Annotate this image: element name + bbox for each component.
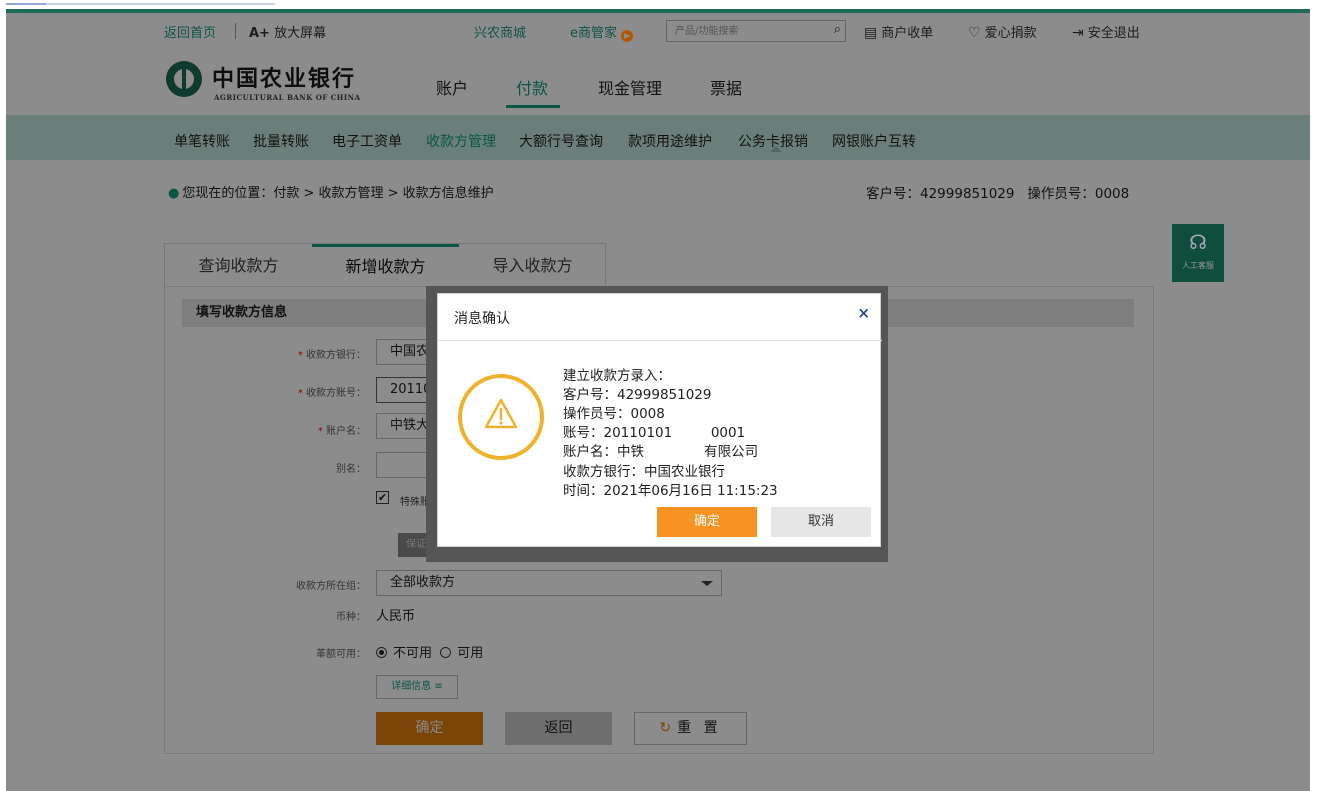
- chevron-down-icon: [701, 581, 713, 586]
- subnav-single-transfer[interactable]: 单笔转账: [174, 131, 230, 151]
- subnav-large-bank-code[interactable]: 大额行号查询: [519, 131, 603, 151]
- refresh-icon: ↻: [659, 720, 672, 736]
- message-account-name: 账户名：中铁 有限公司: [563, 444, 759, 460]
- nav-cash-management[interactable]: 现金管理: [598, 75, 662, 99]
- bank-name-en: AGRICULTURAL BANK OF CHINA: [214, 93, 361, 102]
- bank-label: * 收款方银行：: [297, 350, 366, 361]
- currency-value: 人民币: [376, 609, 416, 624]
- logout-icon: ⇥: [1072, 25, 1084, 41]
- tab-indicator-active: [0, 3, 46, 5]
- dimmed-page: 返回首页 A+ 放大屏幕 兴农商城 e商管家 ▶ ⌕ ▤商户收单 ♡爱心捐款 ⇥…: [6, 9, 1310, 791]
- headset-icon: ☊: [1189, 230, 1207, 254]
- customer-number: 客户号：42999851029: [866, 186, 1015, 202]
- tab-query-payee[interactable]: 查询收款方: [165, 244, 312, 288]
- nav-bills[interactable]: 票据: [710, 75, 742, 99]
- message-operator-number: 操作员号：0008: [563, 406, 665, 422]
- service-label: 人工客服: [1182, 261, 1214, 270]
- dialog-divider: [438, 340, 882, 341]
- quota-on-label: 可用: [457, 646, 484, 661]
- location-pin-icon: ●: [168, 186, 180, 201]
- enlarge-label: 放大屏幕: [274, 26, 327, 41]
- quota-off-radio[interactable]: [376, 647, 387, 658]
- sub-navigation: 单笔转账 批量转账 电子工资单 收款方管理 大额行号查询 款项用途维护 公务卡报…: [6, 115, 1310, 160]
- message-account-number: 账号：20110101 0001: [563, 425, 746, 441]
- subnav-purpose-maintenance[interactable]: 款项用途维护: [628, 131, 712, 151]
- merchant-link[interactable]: ▤ 商户收单: [864, 22, 933, 41]
- nav-account[interactable]: 账户: [436, 75, 468, 99]
- home-link[interactable]: 返回首页: [164, 22, 216, 41]
- utility-bar: 返回首页 A+ 放大屏幕 兴农商城 e商管家 ▶ ⌕ ▤商户收单 ♡爱心捐款 ⇥…: [6, 13, 1310, 49]
- warning-icon: [458, 374, 544, 460]
- search-icon[interactable]: ⌕: [834, 22, 841, 37]
- form-back-button[interactable]: 返回: [505, 712, 612, 745]
- store-icon: ▤: [864, 25, 878, 41]
- subnav-payee-management[interactable]: 收款方管理: [426, 131, 496, 151]
- form-reset-button[interactable]: ↻ 重 置: [634, 712, 747, 745]
- dialog-cancel-button[interactable]: 取消: [771, 507, 871, 537]
- bank-name: 中国农业银行: [212, 66, 357, 92]
- message-customer-number: 客户号：42999851029: [563, 387, 712, 403]
- alias-label: 别名：: [336, 464, 366, 475]
- currency-label: 币种：: [336, 612, 366, 623]
- detail-info-button[interactable]: 详细信息 ≡: [376, 675, 458, 699]
- tab-import-payee[interactable]: 导入收款方: [459, 244, 606, 288]
- special-account-checkbox[interactable]: ✔: [376, 491, 389, 504]
- reset-label: 重 置: [677, 720, 722, 736]
- emanager-label: e商管家: [570, 26, 617, 41]
- charity-link[interactable]: ♡ 爱心捐款: [968, 22, 1037, 41]
- divider: [235, 23, 236, 39]
- dialog-ok-button[interactable]: 确定: [657, 507, 757, 537]
- play-icon: ▶: [621, 30, 634, 42]
- merchant-label: 商户收单: [881, 26, 934, 41]
- logout-link[interactable]: ⇥ 安全退出: [1072, 22, 1140, 41]
- breadcrumb: ● 您现在的位置：付款 > 收款方管理 > 收款方信息维护: [168, 182, 494, 201]
- group-label: 收款方所在组：: [296, 581, 366, 592]
- message-heading: 建立收款方录入：: [563, 368, 671, 384]
- logout-label: 安全退出: [1087, 26, 1140, 41]
- customer-info: 客户号：42999851029 操作员号：0008: [866, 182, 1129, 202]
- subnav-caret-icon: [770, 146, 782, 152]
- operator-number: 操作员号：0008: [1027, 186, 1130, 202]
- search-box: ⌕: [666, 20, 846, 42]
- group-select[interactable]: 全部收款方: [376, 570, 722, 596]
- quota-label: 革额可用：: [316, 649, 366, 660]
- tab-bar: 查询收款方 新增收款方 导入收款方: [164, 243, 606, 287]
- bank-logo-icon: [166, 61, 202, 97]
- quota-radio-group: 不可用 可用: [376, 642, 483, 661]
- font-size-icon: A+: [249, 26, 270, 41]
- subnav-e-payslip[interactable]: 电子工资单: [332, 131, 402, 151]
- subnav-batch-transfer[interactable]: 批量转账: [253, 131, 309, 151]
- confirm-dialog: 消息确认 × 建立收款方录入： 客户号：42999851029 操作员号：000…: [437, 293, 882, 547]
- charity-label: 爱心捐款: [984, 26, 1037, 41]
- browser-tab-strip: [0, 0, 1318, 9]
- heart-hand-icon: ♡: [968, 25, 981, 41]
- message-time: 时间：2021年06月16日 11:15:23: [563, 483, 778, 499]
- quota-off-label: 不可用: [393, 646, 433, 661]
- enlarge-screen-button[interactable]: A+ 放大屏幕: [249, 22, 326, 41]
- quota-on-radio[interactable]: [440, 647, 452, 658]
- tab-add-payee[interactable]: 新增收款方: [312, 244, 459, 288]
- customer-service-button[interactable]: ☊ 人工客服: [1172, 224, 1224, 282]
- message-payee-bank: 收款方银行：中国农业银行: [563, 464, 725, 480]
- nav-active-indicator: [506, 105, 560, 108]
- subnav-account-interchange[interactable]: 网银账户互转: [832, 131, 916, 151]
- nav-payment[interactable]: 付款: [516, 75, 548, 99]
- group-select-value: 全部收款方: [390, 575, 456, 590]
- account-name-label: * 账户名：: [317, 426, 366, 437]
- search-input[interactable]: [667, 21, 817, 41]
- form-confirm-button[interactable]: 确定: [376, 712, 483, 745]
- close-icon[interactable]: ×: [857, 304, 870, 322]
- dialog-title: 消息确认: [454, 311, 510, 327]
- mall-link[interactable]: 兴农商城: [474, 22, 526, 41]
- breadcrumb-text: 您现在的位置：付款 > 收款方管理 > 收款方信息维护: [182, 186, 494, 201]
- account-label: * 收款方账号：: [297, 388, 366, 399]
- emanager-link[interactable]: e商管家 ▶: [570, 22, 634, 42]
